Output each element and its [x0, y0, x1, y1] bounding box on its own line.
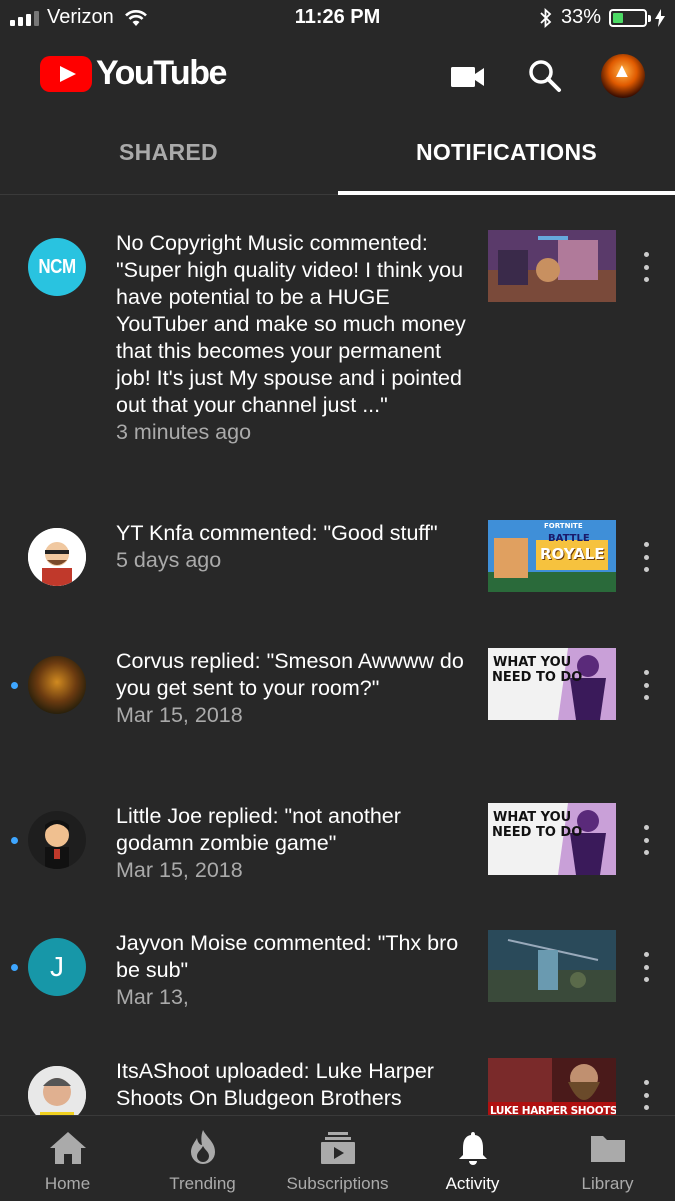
avatar — [28, 811, 86, 869]
subscriptions-icon — [320, 1132, 355, 1164]
battery-level-fill — [613, 12, 623, 23]
more-options-icon[interactable] — [636, 670, 656, 700]
notification-text-block: YT Knfa commented: "Good stuff" 5 days a… — [116, 520, 466, 574]
video-thumbnail[interactable] — [488, 930, 616, 1002]
video-thumbnail[interactable] — [488, 230, 616, 302]
notification-text: Little Joe replied: "not another godamn … — [116, 804, 401, 855]
nav-activity[interactable]: Activity — [405, 1116, 540, 1201]
logo-text: YouTube — [96, 54, 227, 92]
notification-text-block: Corvus replied: "Smeson Awwww do you get… — [116, 648, 466, 729]
thumbnail-image — [488, 230, 616, 302]
notification-text-block: ItsAShoot uploaded: Luke Harper Shoots O… — [116, 1058, 466, 1112]
notification-item[interactable]: J Jayvon Moise commented: "Thx bro be su… — [0, 930, 675, 1030]
avatar — [28, 656, 86, 714]
app-header: YouTube — [0, 38, 675, 110]
more-options-icon[interactable] — [636, 252, 656, 282]
notification-text-block: Jayvon Moise commented: "Thx bro be sub"… — [116, 930, 466, 1011]
tab-notifications[interactable]: NOTIFICATIONS — [338, 110, 675, 194]
nav-label: Library — [581, 1174, 634, 1193]
status-right: 33% — [539, 6, 665, 29]
flame-icon — [190, 1130, 215, 1164]
notification-text: No Copyright Music commented: "Super hig… — [116, 231, 466, 417]
notification-time: 3 minutes ago — [116, 420, 252, 444]
tab-shared[interactable]: SHARED — [0, 110, 337, 194]
avatar-initials: NCM — [38, 255, 76, 278]
thumbnail-image — [488, 930, 616, 1002]
video-camera-icon[interactable] — [448, 56, 488, 96]
unread-indicator — [11, 682, 18, 689]
notification-time: 5 days ago — [116, 548, 222, 572]
home-icon — [49, 1132, 86, 1164]
notification-text: Corvus replied: "Smeson Awwww do you get… — [116, 649, 464, 700]
folder-icon — [590, 1136, 625, 1162]
notification-item[interactable]: Little Joe replied: "not another godamn … — [0, 803, 675, 903]
notification-time: Mar 15, 2018 — [116, 858, 243, 882]
bluetooth-icon — [540, 7, 552, 28]
account-avatar[interactable] — [601, 54, 645, 98]
more-options-icon[interactable] — [636, 952, 656, 982]
activity-tabs: SHARED NOTIFICATIONS — [0, 110, 675, 195]
nav-label: Home — [44, 1174, 91, 1193]
avatar: NCM — [28, 238, 86, 296]
nav-library[interactable]: Library — [540, 1116, 675, 1201]
avatar-image — [28, 528, 86, 586]
notification-item[interactable]: YT Knfa commented: "Good stuff" 5 days a… — [0, 520, 675, 620]
nav-label: Subscriptions — [286, 1174, 389, 1193]
battery-percent: 33% — [560, 6, 601, 28]
thumbnail-caption-1: WHAT YOU — [493, 810, 572, 825]
video-thumbnail[interactable]: LUKE HARPER SHOOTS ON — [488, 1058, 616, 1115]
thumbnail-caption-3: ROYALE — [540, 545, 605, 563]
video-thumbnail[interactable]: FORTNITE BATTLE ROYALE — [488, 520, 616, 592]
thumbnail-caption-2: NEED TO DO — [492, 825, 583, 840]
notification-item[interactable]: NCM No Copyright Music commented: "Super… — [0, 230, 675, 490]
unread-indicator — [11, 837, 18, 844]
notification-text: YT Knfa commented: "Good stuff" — [116, 521, 438, 545]
youtube-logo[interactable]: YouTube — [40, 54, 227, 93]
thumbnail-caption-1: LUKE HARPER SHOOTS ON — [490, 1105, 616, 1115]
nav-label: Trending — [169, 1174, 236, 1193]
more-options-icon[interactable] — [636, 542, 656, 572]
more-options-icon[interactable] — [636, 825, 656, 855]
nav-label: Activity — [445, 1174, 500, 1193]
avatar: J — [28, 938, 86, 996]
thumbnail-caption-1: WHAT YOU — [493, 655, 572, 670]
notification-text-block: No Copyright Music commented: "Super hig… — [116, 230, 466, 446]
notifications-list: NCM No Copyright Music commented: "Super… — [0, 195, 675, 1115]
nav-trending[interactable]: Trending — [135, 1116, 270, 1201]
thumbnail-caption-2: NEED TO DO — [492, 670, 583, 685]
avatar — [28, 1066, 86, 1115]
charging-bolt-icon — [655, 8, 665, 27]
notification-time: Mar 15, 2018 — [116, 703, 243, 727]
bell-icon — [458, 1132, 487, 1165]
notification-item[interactable]: ItsAShoot uploaded: Luke Harper Shoots O… — [0, 1058, 675, 1115]
notification-item[interactable]: Corvus replied: "Smeson Awwww do you get… — [0, 648, 675, 758]
video-thumbnail[interactable]: WHAT YOU NEED TO DO — [488, 803, 616, 875]
thumbnail-caption-1: FORTNITE — [544, 522, 583, 530]
more-options-icon[interactable] — [636, 1080, 656, 1110]
avatar — [28, 528, 86, 586]
notification-time: Mar 13, — [116, 985, 189, 1009]
bottom-navigation: Home Trending Subscriptions Activity Lib… — [0, 1115, 675, 1201]
nav-home[interactable]: Home — [0, 1116, 135, 1201]
notification-text: ItsAShoot uploaded: Luke Harper Shoots O… — [116, 1059, 434, 1110]
status-bar: Verizon 11:26 PM 33% — [0, 0, 675, 38]
avatar-initials: J — [50, 951, 64, 982]
nav-subscriptions[interactable]: Subscriptions — [270, 1116, 405, 1201]
search-icon[interactable] — [525, 56, 565, 96]
youtube-play-logo-icon — [40, 55, 92, 92]
notification-text-block: Little Joe replied: "not another godamn … — [116, 803, 466, 884]
video-thumbnail[interactable]: WHAT YOU NEED TO DO — [488, 648, 616, 720]
avatar-image — [28, 811, 86, 869]
notification-text: Jayvon Moise commented: "Thx bro be sub" — [116, 931, 459, 982]
thumbnail-caption-2: BATTLE — [548, 533, 590, 544]
avatar-image — [28, 1066, 86, 1115]
battery-icon — [609, 8, 651, 27]
unread-indicator — [11, 964, 18, 971]
